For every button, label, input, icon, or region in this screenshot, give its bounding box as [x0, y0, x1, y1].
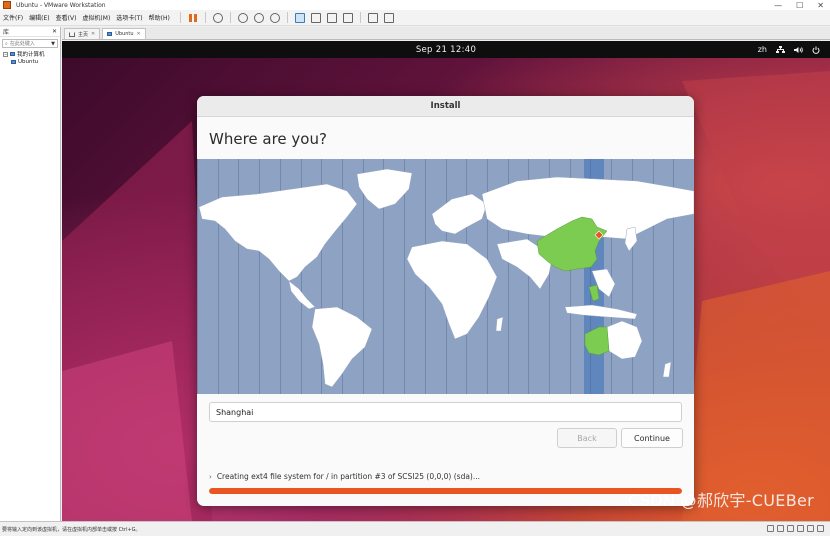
library-search-input[interactable]: ⌕ 在此处键入 ▼ [2, 39, 58, 48]
tree-item-label: Ubuntu [18, 59, 39, 65]
chevron-down-icon[interactable]: ▼ [51, 41, 55, 47]
home-icon [69, 31, 75, 37]
tab-label: 主页 [78, 31, 89, 38]
pause-vm-icon[interactable] [188, 13, 198, 23]
menu-help[interactable]: 帮助(H) [149, 13, 170, 22]
tab-bar: 主页 ✕ Ubuntu ✕ [62, 27, 830, 40]
snapshot-manager-icon[interactable] [269, 12, 280, 23]
system-tray[interactable]: zh [758, 41, 820, 58]
close-button[interactable]: ✕ [817, 1, 824, 10]
timezone-input[interactable]: Shanghai [209, 402, 682, 422]
install-progress-bar [209, 488, 682, 494]
library-search-placeholder: 在此处键入 [9, 41, 35, 47]
full-screen-icon[interactable] [326, 12, 337, 23]
continue-button[interactable]: Continue [621, 428, 683, 448]
device-icons [767, 525, 824, 532]
page-title: Where are you? [209, 130, 327, 148]
clock[interactable]: Sep 21 12:40 [62, 45, 830, 55]
window-titlebar: Ubuntu - VMware Workstation — ☐ ✕ [0, 0, 830, 10]
vm-icon [11, 60, 16, 64]
library-header: 库 ✕ [0, 27, 60, 37]
display-icon[interactable] [817, 525, 824, 532]
hard-disk-icon[interactable] [767, 525, 774, 532]
search-icon: ⌕ [5, 40, 8, 47]
install-status[interactable]: › Creating ext4 file system for / in par… [209, 472, 480, 481]
stretch-guest-icon[interactable] [383, 12, 394, 23]
vm-console[interactable]: Sep 21 12:40 zh Install Where are you? S… [62, 41, 830, 521]
menu-view[interactable]: 查看(V) [56, 13, 77, 22]
menu-edit[interactable]: 编辑(E) [29, 13, 49, 22]
vmware-logo-icon [3, 1, 11, 9]
status-bar-text: 要将输入定向到该虚拟机，请在虚拟机内部单击或按 Ctrl+G。 [2, 526, 141, 533]
tab-ubuntu[interactable]: Ubuntu ✕ [102, 28, 146, 39]
library-panel: 库 ✕ ⌕ 在此处键入 ▼ − 我的计算机 Ubuntu [0, 27, 61, 521]
status-bar: 要将输入定向到该虚拟机，请在虚拟机内部单击或按 Ctrl+G。 [0, 521, 830, 536]
window-title: Ubuntu - VMware Workstation [16, 1, 106, 9]
toolbar-divider [359, 12, 361, 23]
volume-icon[interactable] [794, 46, 803, 54]
console-view-icon[interactable] [367, 12, 378, 23]
toolbar-divider [179, 12, 181, 23]
tab-home[interactable]: 主页 ✕ [64, 28, 101, 39]
gnome-top-bar: Sep 21 12:40 zh [62, 41, 830, 58]
menu-file[interactable]: 文件(F) [3, 13, 23, 22]
back-button[interactable]: Back [557, 428, 617, 448]
tab-label: Ubuntu [115, 31, 134, 37]
show-library-icon[interactable] [294, 12, 305, 23]
tree-item-label: 我的计算机 [17, 52, 45, 58]
vm-icon [107, 32, 113, 36]
computer-icon [10, 52, 15, 56]
library-title: 库 [3, 29, 10, 36]
revert-snapshot-icon[interactable] [253, 12, 264, 23]
tree-item-ubuntu[interactable]: Ubuntu [0, 58, 60, 66]
network-icon[interactable] [776, 45, 785, 54]
world-map [198, 168, 694, 388]
send-ctrl-alt-del-icon[interactable] [212, 12, 223, 23]
window-controls: — ☐ ✕ [774, 0, 824, 10]
menu-vm[interactable]: 虚拟机(M) [82, 13, 110, 22]
collapse-icon[interactable]: − [3, 51, 8, 57]
watermark: CSDN @郝欣宇-CUEBer [628, 491, 814, 510]
tab-close-icon[interactable]: ✕ [91, 31, 95, 37]
snapshot-icon[interactable] [237, 12, 248, 23]
usb-icon[interactable] [797, 525, 804, 532]
maximize-button[interactable]: ☐ [796, 1, 803, 10]
tree-item-my-computer[interactable]: − 我的计算机 [0, 50, 60, 58]
toolbar-divider [229, 12, 231, 23]
tab-close-icon[interactable]: ✕ [137, 31, 141, 37]
minimize-button[interactable]: — [774, 1, 782, 10]
chevron-right-icon[interactable]: › [209, 473, 212, 481]
progress-fill [209, 488, 682, 494]
toolbar-divider [204, 12, 206, 23]
menu-tabs[interactable]: 选项卡(T) [116, 13, 142, 22]
network-adapter-icon[interactable] [787, 525, 794, 532]
timezone-map[interactable] [197, 159, 694, 394]
dialog-header: Install [197, 96, 694, 117]
thumbnail-bar-icon[interactable] [310, 12, 321, 23]
status-text: Creating ext4 file system for / in parti… [216, 472, 481, 481]
unity-icon[interactable] [342, 12, 353, 23]
sound-card-icon[interactable] [807, 525, 814, 532]
cd-drive-icon[interactable] [777, 525, 784, 532]
toolbar-divider [286, 12, 288, 23]
menubar: 文件(F) 编辑(E) 查看(V) 虚拟机(M) 选项卡(T) 帮助(H) [0, 10, 830, 26]
library-close-button[interactable]: ✕ [52, 28, 57, 35]
language-indicator[interactable]: zh [758, 45, 767, 54]
installer-dialog: Install Where are you? Shanghai Back Con… [197, 96, 694, 506]
power-icon[interactable] [812, 46, 820, 54]
